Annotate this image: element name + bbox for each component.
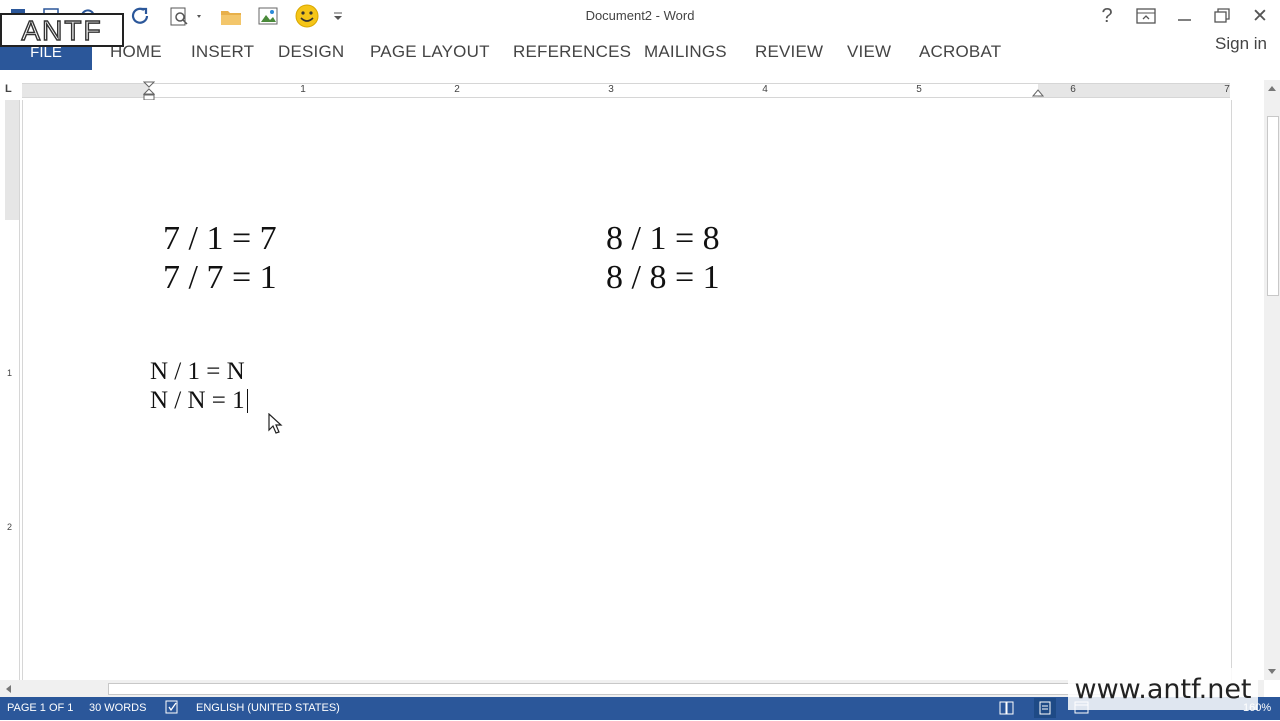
mouse-pointer-icon	[268, 412, 284, 440]
tab-acrobat[interactable]: ACROBAT	[919, 42, 1001, 62]
sign-in-link[interactable]: Sign in	[1215, 34, 1267, 54]
tab-review[interactable]: REVIEW	[755, 42, 823, 62]
text-cursor	[247, 389, 248, 413]
right-indent-marker-icon[interactable]	[1032, 87, 1044, 97]
horizontal-scroll-thumb[interactable]	[108, 683, 1110, 695]
site-watermark: www.antf.net	[1068, 668, 1258, 710]
title-bar: W Document2 - Word ?	[0, 0, 1280, 34]
ruler-number: 5	[916, 84, 922, 95]
equation-line[interactable]: 8 / 1 = 8	[606, 220, 720, 258]
restore-icon[interactable]	[1207, 4, 1237, 28]
close-icon[interactable]: ✕	[1245, 4, 1275, 28]
ruler-number: 2	[454, 84, 460, 95]
ruler-number: 1	[300, 84, 306, 95]
tab-design[interactable]: DESIGN	[278, 42, 344, 62]
read-mode-icon[interactable]	[999, 701, 1015, 718]
equation-line[interactable]: N / 1 = N	[150, 358, 245, 386]
indent-marker-icon[interactable]	[143, 81, 155, 101]
ruler-number: 7	[1224, 84, 1230, 95]
ruler-left-margin	[22, 84, 149, 97]
vertical-ruler[interactable]: 1 2	[5, 100, 20, 680]
tab-view[interactable]: VIEW	[847, 42, 891, 62]
vertical-ruler-top-margin	[5, 100, 19, 220]
close-glyph: ✕	[1252, 5, 1268, 27]
page-count[interactable]: PAGE 1 OF 1	[7, 702, 73, 714]
equation-line[interactable]: N / N = 1	[150, 387, 245, 415]
equation-line[interactable]: 7 / 1 = 7	[163, 220, 277, 258]
svg-text:ANTF: ANTF	[21, 17, 102, 43]
antf-logo: ANTF	[0, 13, 124, 47]
print-layout-icon[interactable]	[1034, 698, 1056, 718]
tab-selector[interactable]: L	[5, 83, 17, 95]
ruler-number: 6	[1070, 84, 1076, 95]
vertical-scrollbar[interactable]	[1264, 80, 1280, 680]
proofing-icon[interactable]	[164, 700, 180, 718]
vertical-ruler-number: 1	[7, 368, 13, 378]
antf-logo-mark: ANTF	[21, 17, 102, 43]
tab-mailings[interactable]: MAILINGS	[644, 42, 727, 62]
vertical-ruler-number: 2	[7, 522, 13, 532]
horizontal-ruler[interactable]: 1 2 3 4 5 6 7	[22, 81, 1230, 101]
equation-line[interactable]: 7 / 7 = 1	[163, 259, 277, 297]
ruler-number: 3	[608, 84, 614, 95]
help-glyph: ?	[1101, 4, 1113, 27]
vertical-scroll-thumb[interactable]	[1267, 116, 1279, 296]
scroll-left-icon[interactable]	[4, 684, 12, 694]
tab-references[interactable]: REFERENCES	[513, 42, 631, 62]
language-indicator[interactable]: ENGLISH (UNITED STATES)	[196, 702, 340, 714]
word-count[interactable]: 30 WORDS	[89, 702, 146, 714]
scroll-up-icon[interactable]	[1267, 84, 1277, 92]
document-title: Document2 - Word	[585, 8, 695, 23]
ribbon-tabs: FILE HOME INSERT DESIGN PAGE LAYOUT REFE…	[0, 34, 1280, 70]
tab-insert[interactable]: INSERT	[191, 42, 254, 62]
scroll-down-icon[interactable]	[1267, 668, 1277, 676]
ruler-number: 4	[762, 84, 768, 95]
equation-line[interactable]: 8 / 8 = 1	[606, 259, 720, 297]
tab-page-layout[interactable]: PAGE LAYOUT	[370, 42, 490, 62]
help-icon[interactable]: ?	[1092, 4, 1122, 28]
ribbon-display-icon[interactable]	[1131, 4, 1161, 28]
minimize-icon[interactable]	[1169, 4, 1199, 28]
ruler-area: L 1 2 3 4 5 6 7	[0, 80, 1264, 101]
